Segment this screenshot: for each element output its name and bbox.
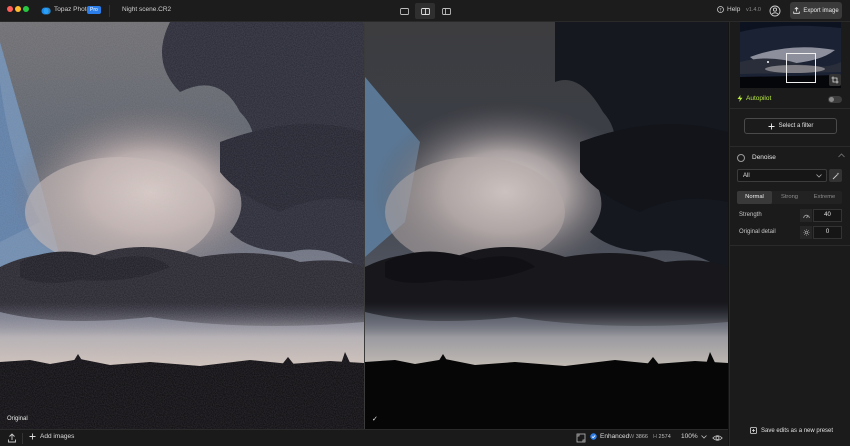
side-by-side-icon bbox=[441, 7, 451, 15]
width-readout: W 3866 bbox=[629, 434, 648, 440]
enhanced-label: Enhanced bbox=[600, 433, 630, 440]
auto-detect-button[interactable] bbox=[829, 169, 842, 182]
account-icon[interactable] bbox=[768, 4, 782, 18]
chevron-up-icon[interactable] bbox=[838, 153, 845, 158]
strength-value-field[interactable]: 40 bbox=[813, 209, 842, 222]
export-label: Export image bbox=[803, 7, 839, 14]
help-icon: ? bbox=[717, 6, 724, 13]
enhanced-pane: ✓ bbox=[365, 22, 728, 429]
single-view-button[interactable] bbox=[394, 3, 414, 19]
side-by-side-view-button[interactable] bbox=[436, 3, 456, 19]
plus-icon bbox=[768, 123, 775, 129]
original-detail-slider-handle[interactable] bbox=[800, 226, 812, 239]
enhanced-toggle[interactable]: Enhanced bbox=[590, 433, 629, 440]
strength-label: Strength bbox=[739, 212, 762, 218]
image-canvas[interactable]: Original ✓ bbox=[0, 22, 728, 429]
enhanced-photo bbox=[365, 22, 728, 429]
panel-divider bbox=[730, 245, 850, 246]
save-preset-icon bbox=[750, 427, 757, 434]
select-filter-label: Select a filter bbox=[778, 123, 814, 129]
right-panel: Autopilot Select a filter Denoise All No… bbox=[729, 22, 850, 446]
export-icon bbox=[793, 7, 801, 14]
enhanced-check-mark: ✓ bbox=[372, 416, 378, 423]
save-preset-label: Save edits as a new preset bbox=[761, 427, 834, 434]
single-view-icon bbox=[399, 7, 409, 15]
mode-extreme[interactable]: Extreme bbox=[807, 191, 842, 204]
navigator-viewport-frame[interactable] bbox=[786, 53, 816, 83]
autopilot-toggle[interactable] bbox=[828, 96, 842, 103]
height-readout: H 2574 bbox=[653, 434, 671, 440]
panel-divider bbox=[730, 108, 850, 109]
add-images-label: Add images bbox=[40, 433, 75, 440]
mode-normal[interactable]: Normal bbox=[737, 191, 772, 204]
gauge-icon bbox=[802, 214, 810, 218]
pro-badge: Pro bbox=[87, 6, 101, 14]
model-dropdown[interactable]: All bbox=[737, 169, 827, 182]
filter-toggle-icon[interactable] bbox=[737, 154, 745, 162]
autopilot-label: Autopilot bbox=[746, 95, 772, 102]
model-dropdown-value: All bbox=[743, 173, 750, 179]
mode-segmented-control: Normal Strong Extreme bbox=[737, 191, 842, 204]
original-pane: Original bbox=[0, 22, 364, 429]
topaz-logo-icon bbox=[41, 7, 51, 15]
maximize-window-button[interactable] bbox=[23, 6, 29, 12]
sun-icon bbox=[802, 229, 810, 236]
denoise-title: Denoise bbox=[752, 154, 776, 161]
help-button[interactable]: ? Help bbox=[717, 6, 740, 13]
enhanced-check-icon bbox=[590, 433, 597, 440]
version-label: v1.4.0 bbox=[746, 7, 761, 13]
chevron-down-icon bbox=[816, 174, 822, 178]
chevron-down-icon bbox=[700, 434, 707, 439]
app-name: Topaz Photo bbox=[54, 6, 91, 13]
top-bar: Topaz Photo Pro Night scene.CR2 ? Help v… bbox=[0, 0, 850, 22]
panel-divider bbox=[730, 146, 850, 147]
original-label: Original bbox=[7, 416, 28, 422]
zoom-value: 100% bbox=[681, 433, 698, 440]
split-view-button[interactable] bbox=[415, 3, 435, 19]
original-detail-row: Original detail 0 bbox=[737, 226, 842, 239]
export-image-button[interactable]: Export image bbox=[790, 2, 842, 19]
add-images-button[interactable]: Add images bbox=[29, 433, 74, 440]
zoom-select[interactable]: 100% bbox=[681, 433, 707, 440]
mode-strong[interactable]: Strong bbox=[772, 191, 807, 204]
eye-icon[interactable] bbox=[712, 433, 723, 443]
bottom-divider bbox=[22, 433, 23, 444]
strength-row: Strength 40 bbox=[737, 209, 842, 222]
upload-icon[interactable] bbox=[7, 433, 17, 443]
plus-icon bbox=[29, 433, 36, 440]
close-window-button[interactable] bbox=[7, 6, 13, 12]
compare-icon[interactable] bbox=[576, 433, 586, 443]
save-preset-button[interactable]: Save edits as a new preset bbox=[750, 427, 833, 434]
autopilot-label-row: Autopilot bbox=[737, 95, 771, 102]
help-label: Help bbox=[727, 6, 741, 13]
original-detail-value-field[interactable]: 0 bbox=[813, 226, 842, 239]
file-name: Night scene.CR2 bbox=[122, 6, 172, 13]
denoise-header[interactable]: Denoise bbox=[730, 151, 850, 165]
magic-wand-icon bbox=[832, 172, 839, 179]
strength-slider-handle[interactable] bbox=[800, 209, 812, 222]
navigator-thumbnail[interactable] bbox=[740, 22, 841, 88]
minimize-window-button[interactable] bbox=[15, 6, 21, 12]
original-photo bbox=[0, 22, 364, 429]
crop-icon bbox=[831, 76, 839, 84]
bottom-bar: Add images Enhanced W 3866 H 2574 100% bbox=[0, 429, 728, 446]
title-divider bbox=[109, 5, 110, 17]
lightning-icon bbox=[737, 95, 743, 102]
select-filter-button[interactable]: Select a filter bbox=[744, 118, 837, 134]
original-detail-label: Original detail bbox=[739, 229, 776, 235]
crop-button[interactable] bbox=[829, 74, 841, 86]
split-view-icon bbox=[420, 7, 430, 15]
